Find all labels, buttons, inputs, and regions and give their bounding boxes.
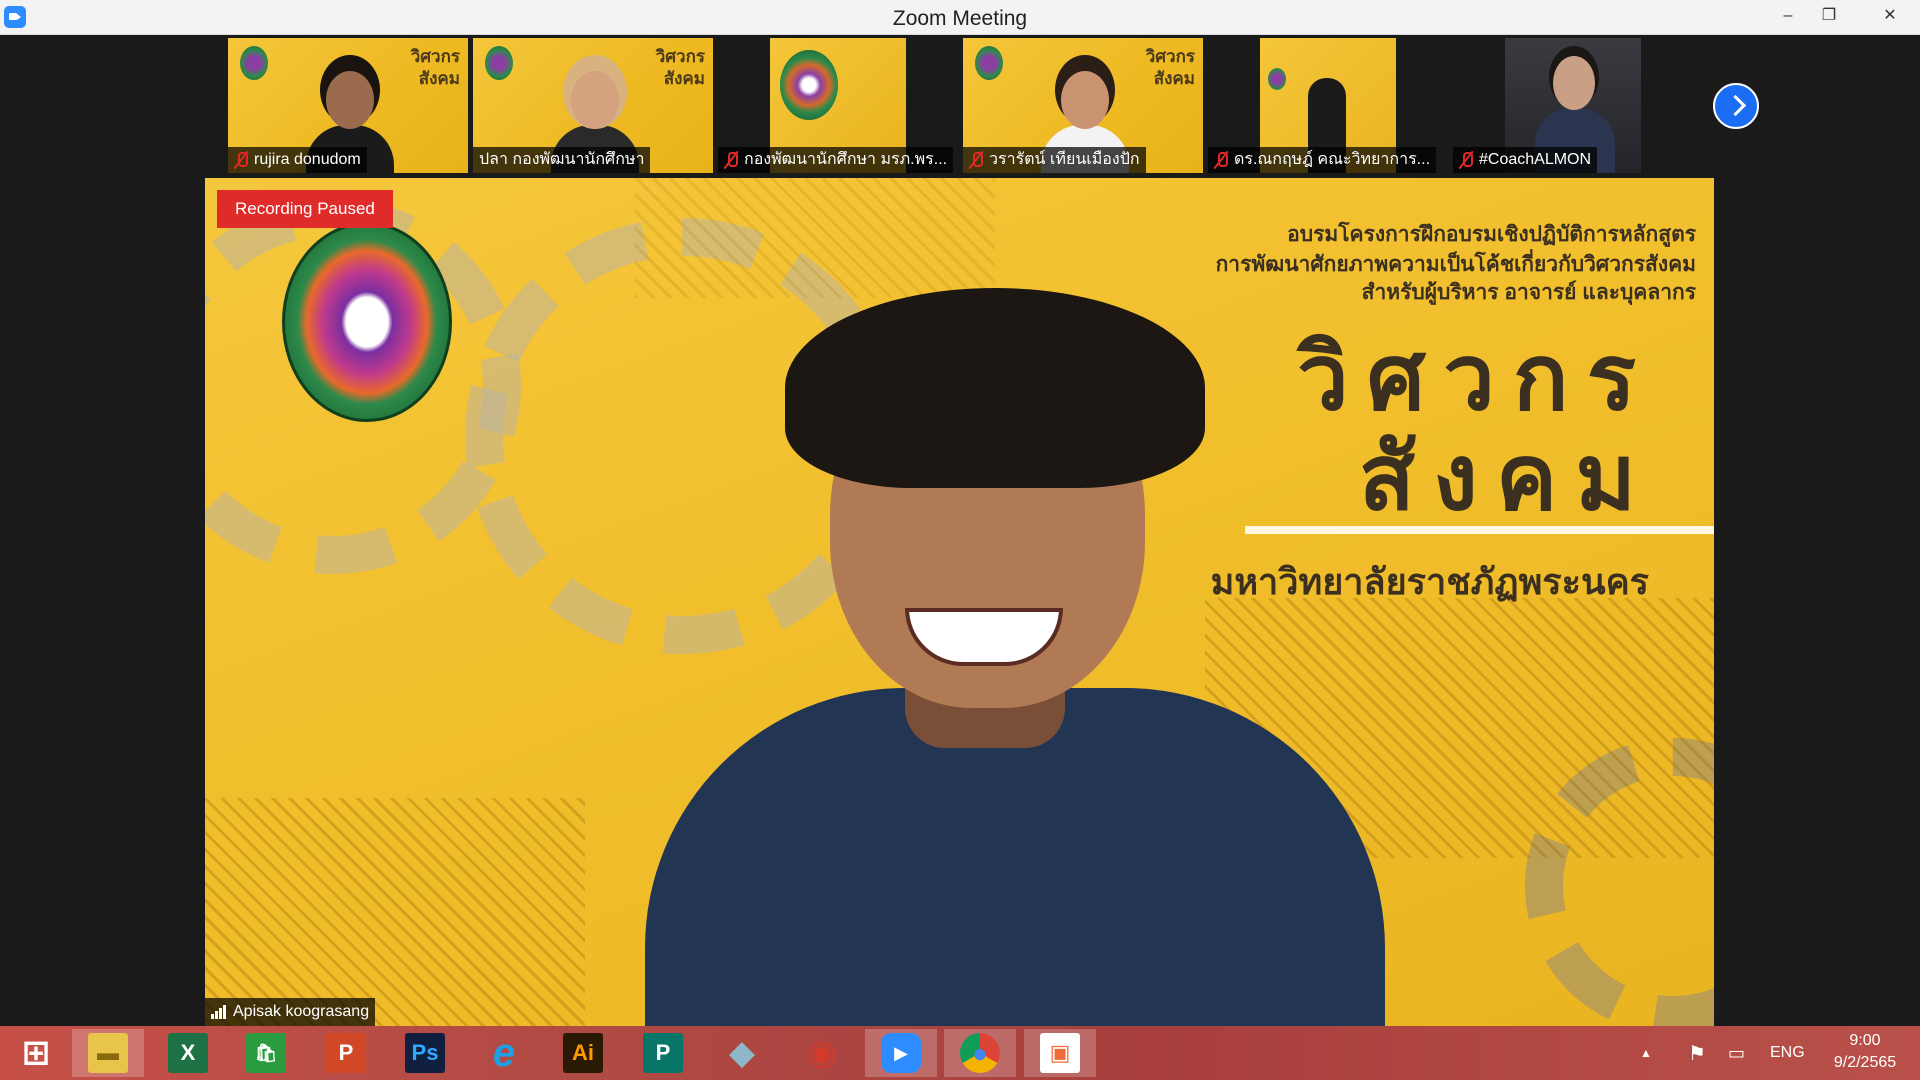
flag-icon: ⚑ — [1688, 1042, 1706, 1065]
folder-icon: ▬ — [88, 1033, 128, 1073]
university-seal-icon — [975, 46, 1003, 80]
excel-icon: X — [168, 1033, 208, 1073]
taskbar-publisher[interactable]: P — [627, 1029, 699, 1077]
participant-name: ปลา กองพัฒนานักศึกษา — [479, 151, 645, 168]
taskbar-excel[interactable]: X — [152, 1029, 224, 1077]
university-seal-icon — [1268, 68, 1286, 90]
store-icon: 🛍 — [246, 1033, 286, 1073]
taskbar-store[interactable]: 🛍 — [230, 1029, 302, 1077]
participant-name-bar: ปลา กองพัฒนานักศึกษา — [473, 147, 651, 173]
participant-video — [1553, 56, 1595, 110]
participant-name-bar: วรารัตน์ เทียนเมืองปัก — [963, 147, 1146, 173]
university-seal-icon — [240, 46, 268, 80]
taskbar-app[interactable]: ◆ — [706, 1029, 778, 1077]
participant-name-bar: ดร.ณกฤษฎ์ คณะวิทยาการ... — [1208, 147, 1437, 173]
paint-icon: ▣ — [1040, 1033, 1080, 1073]
mic-muted-icon — [969, 151, 983, 169]
participant-name: #CoachALMON — [1479, 151, 1592, 168]
maximize-button[interactable]: ❐ — [1806, 0, 1852, 34]
participant-name-bar: #CoachALMON — [1453, 147, 1598, 173]
chrome-icon: ● — [960, 1033, 1000, 1073]
participant-tile[interactable]: วิศวกร สังคม วรารัตน์ เทียนเมืองปัก — [963, 38, 1203, 173]
university-seal-icon — [282, 222, 452, 422]
illustrator-icon: Ai — [563, 1033, 603, 1073]
taskbar-powerpoint[interactable]: P — [310, 1029, 382, 1077]
active-speaker-video: อบรมโครงการฝึกอบรมเชิงปฏิบัติการหลักสูตร… — [205, 178, 1714, 1026]
title-bar: Zoom Meeting – ❐ ✕ — [0, 0, 1920, 35]
mic-muted-icon — [1214, 151, 1228, 169]
speaker-name: Apisak koograsang — [233, 1003, 370, 1020]
participant-name-bar: rujira donudom — [228, 147, 367, 173]
taskbar-photoshop[interactable]: Ps — [389, 1029, 461, 1077]
windows-taskbar: ⊞ ▬ X 🛍 P Ps e Ai P ◆ ◉ ▶ ● ▣ ▲ ⚑ ▭ ENG … — [0, 1026, 1920, 1080]
participant-tile[interactable]: ดร.ณกฤษฎ์ คณะวิทยาการ... — [1208, 38, 1448, 173]
slide-line-1: อบรมโครงการฝึกอบรมเชิงปฏิบัติการหลักสูตร — [1287, 223, 1696, 246]
tray-action-center[interactable]: ⚑ — [1688, 1026, 1706, 1080]
slide-title: วิศวกร สังคม — [1145, 47, 1195, 88]
start-button[interactable]: ⊞ — [0, 1029, 72, 1077]
participant-tile[interactable]: กองพัฒนานักศึกษา มรภ.พร... — [718, 38, 958, 173]
window-title: Zoom Meeting — [892, 7, 1028, 30]
next-page-arrow-icon[interactable] — [1713, 83, 1759, 129]
network-icon: ▭ — [1728, 1042, 1746, 1063]
speaker-figure — [605, 248, 1425, 1026]
internet-explorer-icon: e — [492, 1030, 516, 1075]
participant-name: rujira donudom — [254, 151, 361, 168]
chevron-up-icon: ▲ — [1640, 1046, 1652, 1060]
participant-name-bar: กองพัฒนานักศึกษา มรภ.พร... — [718, 147, 954, 173]
taskbar-paint[interactable]: ▣ — [1024, 1029, 1096, 1077]
slide-title: วิศวกร สังคม — [410, 47, 460, 88]
close-button[interactable]: ✕ — [1860, 0, 1920, 34]
taskbar-photoscape[interactable]: ◉ — [786, 1029, 858, 1077]
participant-name: ดร.ณกฤษฎ์ คณะวิทยาการ... — [1234, 151, 1431, 168]
mic-muted-icon — [234, 151, 248, 169]
active-speaker-name-bar: Apisak koograsang — [205, 998, 376, 1026]
mic-muted-icon — [724, 151, 738, 169]
slide-title: วิศวกร สังคม — [655, 47, 705, 88]
tray-show-hidden[interactable]: ▲ — [1640, 1026, 1652, 1080]
tray-language[interactable]: ENG — [1770, 1026, 1805, 1080]
taskbar-zoom[interactable]: ▶ — [865, 1029, 937, 1077]
taskbar-illustrator[interactable]: Ai — [547, 1029, 619, 1077]
university-seal-icon — [485, 46, 513, 80]
powerpoint-icon: P — [326, 1033, 366, 1073]
minimize-button[interactable]: – — [1765, 0, 1811, 34]
recording-paused-badge[interactable]: Recording Paused — [217, 190, 393, 228]
photoshop-icon: Ps — [405, 1033, 445, 1073]
signal-bars-icon — [211, 1004, 227, 1020]
taskbar-chrome[interactable]: ● — [944, 1029, 1016, 1077]
publisher-icon: P — [643, 1033, 683, 1073]
clock-time: 9:00 — [1849, 1032, 1881, 1049]
participant-name: กองพัฒนานักศึกษา มรภ.พร... — [744, 151, 948, 168]
participant-tile[interactable]: #CoachALMON — [1453, 38, 1693, 173]
participant-tile[interactable]: วิศวกร สังคม ปลา กองพัฒนานักศึกษา — [473, 38, 713, 173]
taskbar-clock[interactable]: 9:00 9/2/2565 — [1810, 1030, 1920, 1074]
taskbar-internet-explorer[interactable]: e — [468, 1029, 540, 1077]
tray-network[interactable]: ▭ — [1728, 1026, 1745, 1080]
clock-date: 9/2/2565 — [1833, 1054, 1897, 1071]
participant-name: วรารัตน์ เทียนเมืองปัก — [989, 151, 1140, 168]
participant-tile[interactable]: วิศวกร สังคม rujira donudom — [228, 38, 468, 173]
zoom-icon: ▶ — [881, 1033, 921, 1073]
taskbar-file-explorer[interactable]: ▬ — [72, 1029, 144, 1077]
app-icon: ◆ — [728, 1034, 756, 1072]
university-seal-icon — [780, 50, 838, 120]
windows-logo-icon: ⊞ — [21, 1034, 51, 1072]
mic-muted-icon — [1459, 151, 1473, 169]
photoscape-icon: ◉ — [807, 1034, 837, 1072]
